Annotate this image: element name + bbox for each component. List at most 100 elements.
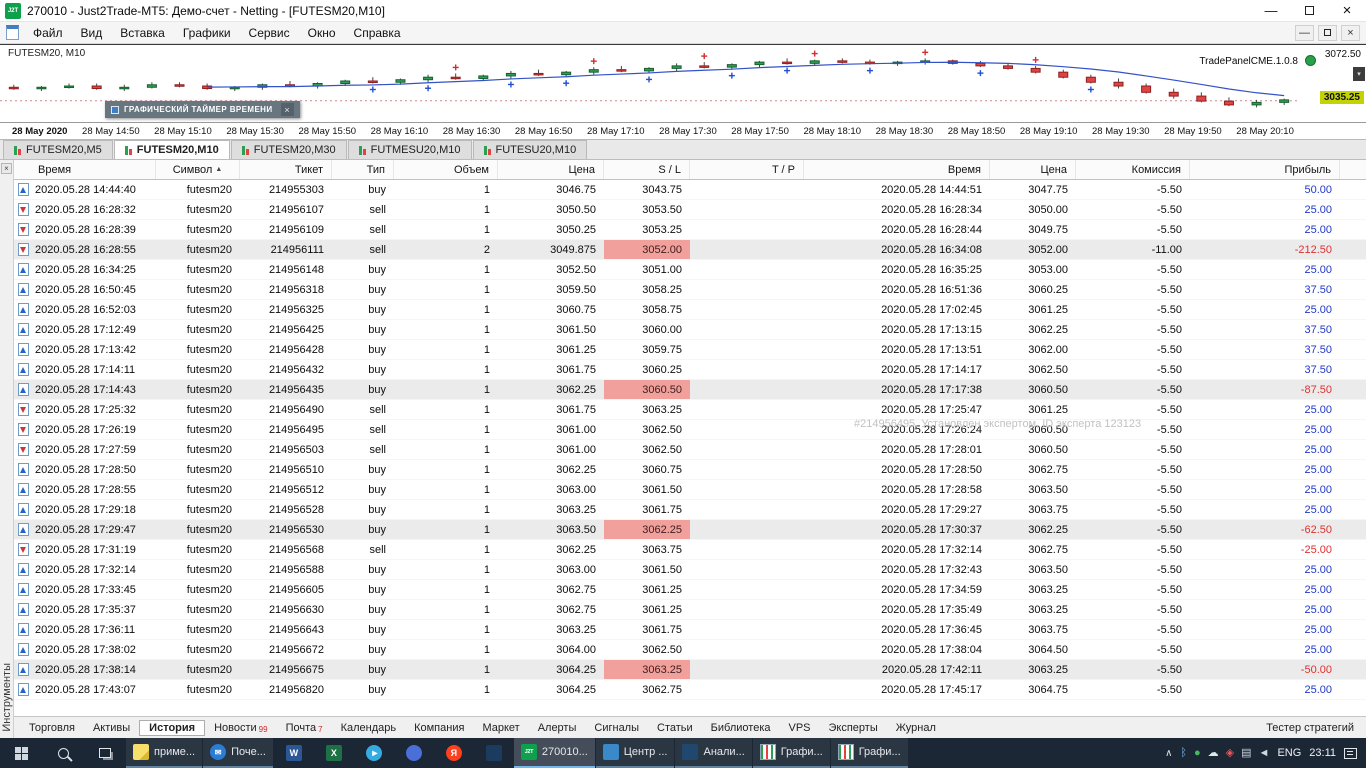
- language-indicator[interactable]: ENG: [1277, 747, 1301, 759]
- child-restore-button[interactable]: [1318, 24, 1337, 41]
- column-header[interactable]: Тип: [332, 160, 394, 179]
- taskbar-app-blue-button[interactable]: [394, 738, 434, 768]
- tradepanel-icon[interactable]: [1305, 55, 1316, 66]
- taskbar-app-dark-button[interactable]: [474, 738, 514, 768]
- toolbox-tab[interactable]: Календарь: [332, 720, 406, 736]
- toolbox-tab[interactable]: Компания: [405, 720, 473, 736]
- history-row[interactable]: 2020.05.28 17:28:55 futesm20 214956512 buy 1…: [14, 480, 1366, 500]
- column-header[interactable]: Символ ▲: [156, 160, 240, 179]
- column-header[interactable]: T / P: [690, 160, 804, 179]
- column-header[interactable]: Тикет: [240, 160, 332, 179]
- history-row[interactable]: 2020.05.28 17:14:11 futesm20 214956432 buy 1…: [14, 360, 1366, 380]
- close-button[interactable]: ×: [1328, 0, 1366, 21]
- column-header[interactable]: Объем: [394, 160, 498, 179]
- tray-icon[interactable]: ᛒ: [1180, 747, 1187, 759]
- chart-window-tab[interactable]: FUTMESU20,M10: [347, 140, 472, 159]
- action-center-icon[interactable]: [1344, 747, 1357, 759]
- toolbox-tab[interactable]: Эксперты: [820, 720, 887, 736]
- history-row[interactable]: 2020.05.28 17:43:07 futesm20 214956820 buy 1…: [14, 680, 1366, 700]
- menu-item[interactable]: Вид: [72, 26, 112, 40]
- taskbar-j2t-button[interactable]: J2T 270010...: [513, 738, 595, 768]
- toolbox-tab[interactable]: Новости 99: [205, 720, 277, 736]
- history-row[interactable]: 2020.05.28 17:28:50 futesm20 214956510 buy 1…: [14, 460, 1366, 480]
- menu-item[interactable]: Окно: [299, 26, 345, 40]
- history-row[interactable]: 2020.05.28 14:44:40 futesm20 214955303 buy 1…: [14, 180, 1366, 200]
- chart-scroll-icon[interactable]: ▾: [1353, 67, 1365, 81]
- tray-expand-icon[interactable]: ∧: [1165, 748, 1172, 759]
- menu-item[interactable]: Файл: [24, 26, 72, 40]
- taskbar-sticky-button[interactable]: приме...: [126, 738, 203, 768]
- child-close-button[interactable]: ×: [1341, 24, 1360, 41]
- toolbox-tab[interactable]: Торговля: [20, 720, 84, 736]
- taskbar-yandex-button[interactable]: Я: [434, 738, 474, 768]
- history-row[interactable]: 2020.05.28 17:26:19 futesm20 214956495 sell…: [14, 420, 1366, 440]
- column-header[interactable]: Время: [14, 160, 156, 179]
- clock[interactable]: 23:11: [1309, 747, 1336, 759]
- tray-icon[interactable]: ☁: [1208, 747, 1219, 759]
- menu-item[interactable]: Сервис: [240, 26, 299, 40]
- history-row[interactable]: 2020.05.28 17:38:14 futesm20 214956675 buy 1…: [14, 660, 1366, 680]
- history-row[interactable]: 2020.05.28 17:38:02 futesm20 214956672 buy 1…: [14, 640, 1366, 660]
- column-header[interactable]: Цена: [498, 160, 604, 179]
- history-row[interactable]: 2020.05.28 17:31:19 futesm20 214956568 sell…: [14, 540, 1366, 560]
- history-row[interactable]: 2020.05.28 17:33:45 futesm20 214956605 buy 1…: [14, 580, 1366, 600]
- tray-icon[interactable]: ▤: [1241, 747, 1251, 759]
- chart-window-tab[interactable]: FUTESU20,M10: [472, 140, 588, 159]
- history-row[interactable]: 2020.05.28 17:14:43 futesm20 214956435 buy 1…: [14, 380, 1366, 400]
- history-row[interactable]: 2020.05.28 16:28:32 futesm20 214956107 sell…: [14, 200, 1366, 220]
- toolbox-tab[interactable]: Активы: [84, 720, 139, 736]
- taskbar-chart-button[interactable]: Графи...: [830, 738, 908, 768]
- menu-item[interactable]: Справка: [345, 26, 410, 40]
- menu-item[interactable]: Вставка: [111, 26, 174, 40]
- column-header[interactable]: Цена: [990, 160, 1076, 179]
- history-row[interactable]: 2020.05.28 17:35:37 futesm20 214956630 buy 1…: [14, 600, 1366, 620]
- column-header[interactable]: Прибыль: [1190, 160, 1340, 179]
- chart-area[interactable]: FUTESM20, M10 TradePanelCME.1.0.8 3072.5…: [0, 44, 1366, 123]
- task-view-button[interactable]: [84, 738, 126, 768]
- chart-window-tab[interactable]: FUTESM20,M5: [3, 140, 113, 159]
- history-row[interactable]: 2020.05.28 17:29:47 futesm20 214956530 buy 1…: [14, 520, 1366, 540]
- start-button[interactable]: [0, 738, 42, 768]
- tray-icon[interactable]: ◄: [1259, 747, 1270, 759]
- history-row[interactable]: 2020.05.28 17:27:59 futesm20 214956503 sell…: [14, 440, 1366, 460]
- column-header[interactable]: Комиссия: [1076, 160, 1190, 179]
- history-row[interactable]: 2020.05.28 17:13:42 futesm20 214956428 buy 1…: [14, 340, 1366, 360]
- toolbox-tab[interactable]: Почта 7: [277, 720, 332, 736]
- toolbox-tab[interactable]: Сигналы: [585, 720, 648, 736]
- history-row[interactable]: 2020.05.28 16:34:25 futesm20 214956148 buy 1…: [14, 260, 1366, 280]
- maximize-button[interactable]: [1290, 0, 1328, 21]
- toolbox-tab[interactable]: Алерты: [529, 720, 586, 736]
- history-row[interactable]: 2020.05.28 17:25:32 futesm20 214956490 sell…: [14, 400, 1366, 420]
- taskbar-telegram-button[interactable]: ▸: [354, 738, 394, 768]
- history-row[interactable]: 2020.05.28 17:32:14 futesm20 214956588 buy 1…: [14, 560, 1366, 580]
- taskbar-chart-button[interactable]: Графи...: [752, 738, 830, 768]
- column-header[interactable]: Время: [804, 160, 990, 179]
- time-axis[interactable]: 28 May 2020 28 May 14:50 28 May 15:10 28 Ma…: [0, 123, 1366, 140]
- toolbox-tab[interactable]: Статьи: [648, 720, 702, 736]
- timer-overlay-window[interactable]: ГРАФИЧЕСКИЙ ТАЙМЕР ВРЕМЕНИ ×: [105, 101, 300, 118]
- history-row[interactable]: 2020.05.28 17:12:49 futesm20 214956425 buy 1…: [14, 320, 1366, 340]
- toolbox-close-icon[interactable]: ×: [1, 163, 12, 174]
- timer-close-icon[interactable]: ×: [280, 103, 294, 116]
- chart-window-tab[interactable]: FUTESM20,M10: [113, 140, 230, 159]
- taskbar-mail-button[interactable]: ✉ Поче...: [203, 738, 273, 768]
- minimize-button[interactable]: —: [1252, 0, 1290, 21]
- tray-icon[interactable]: ●: [1194, 747, 1201, 759]
- taskbar-center-button[interactable]: Центр ...: [595, 738, 675, 768]
- tray-icon[interactable]: ◈: [1226, 747, 1234, 759]
- child-minimize-button[interactable]: —: [1295, 24, 1314, 41]
- toolbox-tab[interactable]: VPS: [779, 720, 819, 736]
- taskbar-analytics-button[interactable]: Анали...: [675, 738, 752, 768]
- toolbox-tab[interactable]: История: [139, 719, 206, 736]
- history-row[interactable]: 2020.05.28 17:36:11 futesm20 214956643 buy 1…: [14, 620, 1366, 640]
- menu-item[interactable]: Графики: [174, 26, 240, 40]
- taskbar-word-button[interactable]: W: [274, 738, 314, 768]
- toolbox-tab[interactable]: Маркет: [473, 720, 528, 736]
- history-row[interactable]: 2020.05.28 16:52:03 futesm20 214956325 buy 1…: [14, 300, 1366, 320]
- history-row[interactable]: 2020.05.28 16:28:39 futesm20 214956109 sell…: [14, 220, 1366, 240]
- toolbox-tab[interactable]: Журнал: [887, 720, 945, 736]
- history-row[interactable]: 2020.05.28 17:29:18 futesm20 214956528 buy 1…: [14, 500, 1366, 520]
- search-button[interactable]: [42, 738, 84, 768]
- taskbar-excel-button[interactable]: X: [314, 738, 354, 768]
- history-row[interactable]: 2020.05.28 16:50:45 futesm20 214956318 buy 1…: [14, 280, 1366, 300]
